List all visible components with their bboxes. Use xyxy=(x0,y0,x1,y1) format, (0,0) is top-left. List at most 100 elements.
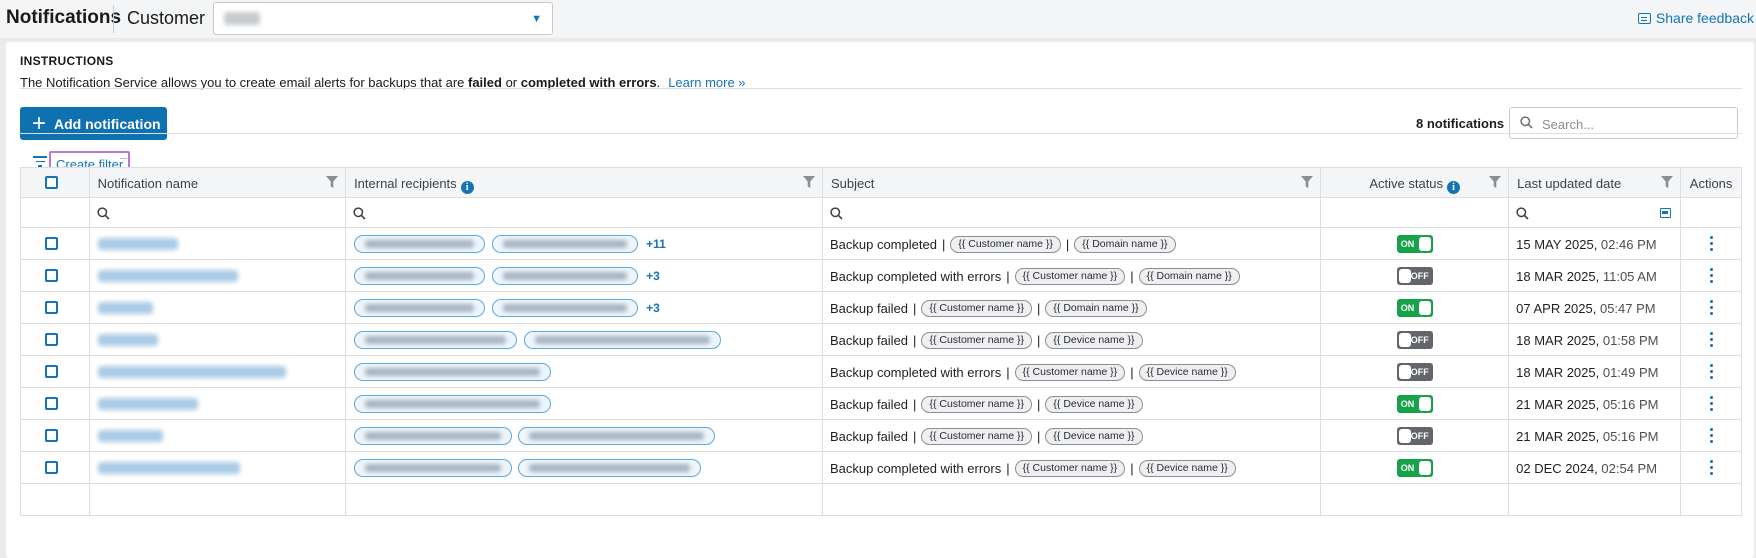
table-row[interactable]: Backup failed |{{ Customer name }} |{{ Dev… xyxy=(20,387,1742,420)
actions-cell xyxy=(1680,259,1742,292)
search-cell-recipients[interactable] xyxy=(345,197,823,228)
date-text: 18 MAR 2025, xyxy=(1516,269,1600,284)
recipient-chip[interactable] xyxy=(354,363,552,381)
filter-icon[interactable] xyxy=(326,176,339,188)
kebab-icon[interactable] xyxy=(1709,460,1713,478)
recipient-chip[interactable] xyxy=(492,299,639,317)
date-text: 21 MAR 2025, xyxy=(1516,397,1600,412)
calendar-icon[interactable] xyxy=(1660,208,1672,218)
recipient-chip[interactable] xyxy=(518,459,702,477)
table-row[interactable]: +3 Backup failed |{{ Customer name }} |{{ … xyxy=(20,291,1742,324)
toggle-knob xyxy=(1398,429,1411,443)
recipient-chip[interactable] xyxy=(354,427,513,445)
subject-text: Backup completed with errors xyxy=(829,460,1002,476)
row-checkbox[interactable] xyxy=(45,461,58,474)
kebab-icon[interactable] xyxy=(1709,236,1713,254)
table-row[interactable]: Backup failed |{{ Customer name }} |{{ Dev… xyxy=(20,419,1742,452)
table-row[interactable]: +11 Backup completed |{{ Customer name }}… xyxy=(20,227,1742,260)
last-updated-date: 21 MAR 2025, 05:16 PM xyxy=(1516,397,1658,412)
active-status-toggle[interactable]: ON xyxy=(1396,395,1433,413)
table-row[interactable]: Backup failed |{{ Customer name }} |{{ Dev… xyxy=(20,323,1742,356)
row-checkbox[interactable] xyxy=(45,333,58,346)
column-header-active-status[interactable]: Active status i xyxy=(1320,167,1510,198)
info-icon[interactable]: i xyxy=(1447,181,1461,194)
active-status-toggle[interactable]: OFF xyxy=(1396,331,1433,349)
time-text: 01:49 PM xyxy=(1599,365,1659,380)
row-checkbox[interactable] xyxy=(45,237,58,250)
recipient-chip[interactable] xyxy=(354,235,486,253)
recipient-chip[interactable] xyxy=(492,235,639,253)
notification-name-link[interactable] xyxy=(97,430,163,442)
active-status-toggle[interactable]: ON xyxy=(1396,459,1433,477)
notification-name-link[interactable] xyxy=(97,334,158,346)
notifications-table: Notification name Internal recipients i S… xyxy=(20,167,1742,516)
last-updated-cell: 18 MAR 2025, 01:49 PM xyxy=(1508,355,1682,388)
filter-icon[interactable] xyxy=(1489,176,1502,188)
kebab-icon[interactable] xyxy=(1709,300,1713,318)
notification-name-link[interactable] xyxy=(97,270,238,282)
separator: | xyxy=(1006,268,1010,284)
column-header-label: Last updated date xyxy=(1517,176,1622,191)
template-tag: {{ Device name }} xyxy=(1045,427,1143,445)
filter-icon[interactable] xyxy=(802,176,815,188)
recipient-chip[interactable] xyxy=(354,459,513,477)
search-cell-date[interactable] xyxy=(1508,197,1682,228)
filter-icon[interactable] xyxy=(1661,176,1674,188)
row-checkbox[interactable] xyxy=(45,429,58,442)
toggle-knob xyxy=(1418,237,1431,251)
kebab-icon[interactable] xyxy=(1709,332,1713,350)
subject-content: Backup failed |{{ Customer name }} |{{ Dev… xyxy=(830,324,1143,356)
column-header-last-updated[interactable]: Last updated date xyxy=(1508,167,1682,198)
column-header-name[interactable]: Notification name xyxy=(88,167,347,198)
recipient-chip[interactable] xyxy=(354,395,552,413)
kebab-icon[interactable] xyxy=(1709,396,1713,414)
notification-name-link[interactable] xyxy=(97,366,286,378)
add-notification-button[interactable]: + Add notification xyxy=(20,107,167,140)
table-row[interactable]: +3 Backup completed with errors |{{ Custo… xyxy=(20,259,1742,292)
active-status-toggle[interactable]: OFF xyxy=(1396,427,1433,445)
notification-name-link[interactable] xyxy=(97,398,198,410)
kebab-icon[interactable] xyxy=(1709,364,1713,382)
template-tag: {{ Device name }} xyxy=(1045,395,1143,413)
table-row[interactable]: Backup completed with errors |{{ Customer… xyxy=(20,355,1742,388)
active-status-toggle[interactable]: ON xyxy=(1396,235,1433,253)
more-recipients-link[interactable]: +3 xyxy=(646,301,660,315)
recipient-chip[interactable] xyxy=(492,267,639,285)
active-status-toggle[interactable]: OFF xyxy=(1396,363,1433,381)
recipient-chip[interactable] xyxy=(354,267,486,285)
kebab-icon[interactable] xyxy=(1709,268,1713,286)
search-field[interactable] xyxy=(1509,107,1738,139)
info-icon[interactable]: i xyxy=(460,181,474,194)
share-feedback-link[interactable]: Share feedback xyxy=(1637,10,1756,26)
notification-name-link[interactable] xyxy=(97,462,240,474)
row-checkbox[interactable] xyxy=(45,301,58,314)
row-checkbox[interactable] xyxy=(45,269,58,282)
more-recipients-link[interactable]: +3 xyxy=(646,269,660,283)
select-all-checkbox[interactable] xyxy=(45,176,58,189)
recipient-chip[interactable] xyxy=(524,331,722,349)
row-checkbox[interactable] xyxy=(45,397,58,410)
time-text: 05:16 PM xyxy=(1599,397,1659,412)
column-header-recipients[interactable]: Internal recipients i xyxy=(345,167,823,198)
kebab-icon[interactable] xyxy=(1709,428,1713,446)
notification-name-link[interactable] xyxy=(97,238,178,250)
search-cell-name[interactable] xyxy=(88,197,347,228)
column-header-subject[interactable]: Subject xyxy=(821,167,1322,198)
filter-icon[interactable] xyxy=(1301,176,1314,188)
notification-name-cell xyxy=(88,227,347,260)
separator: | xyxy=(913,428,917,444)
recipient-chip[interactable] xyxy=(518,427,716,445)
notification-name-link[interactable] xyxy=(97,302,153,314)
more-recipients-link[interactable]: +11 xyxy=(646,237,666,251)
search-cell-subject[interactable] xyxy=(821,197,1322,228)
column-header-label: Notification name xyxy=(97,176,199,191)
table-row[interactable]: Backup completed with errors |{{ Customer… xyxy=(20,451,1742,484)
recipient-chip[interactable] xyxy=(354,331,518,349)
search-input[interactable] xyxy=(1540,113,1724,135)
active-status-toggle[interactable]: ON xyxy=(1396,299,1433,317)
recipient-chip[interactable] xyxy=(354,299,486,317)
active-status-toggle[interactable]: OFF xyxy=(1396,267,1433,285)
customer-select[interactable]: ▼ xyxy=(213,2,553,35)
row-checkbox[interactable] xyxy=(45,365,58,378)
separator: | xyxy=(1037,332,1041,348)
